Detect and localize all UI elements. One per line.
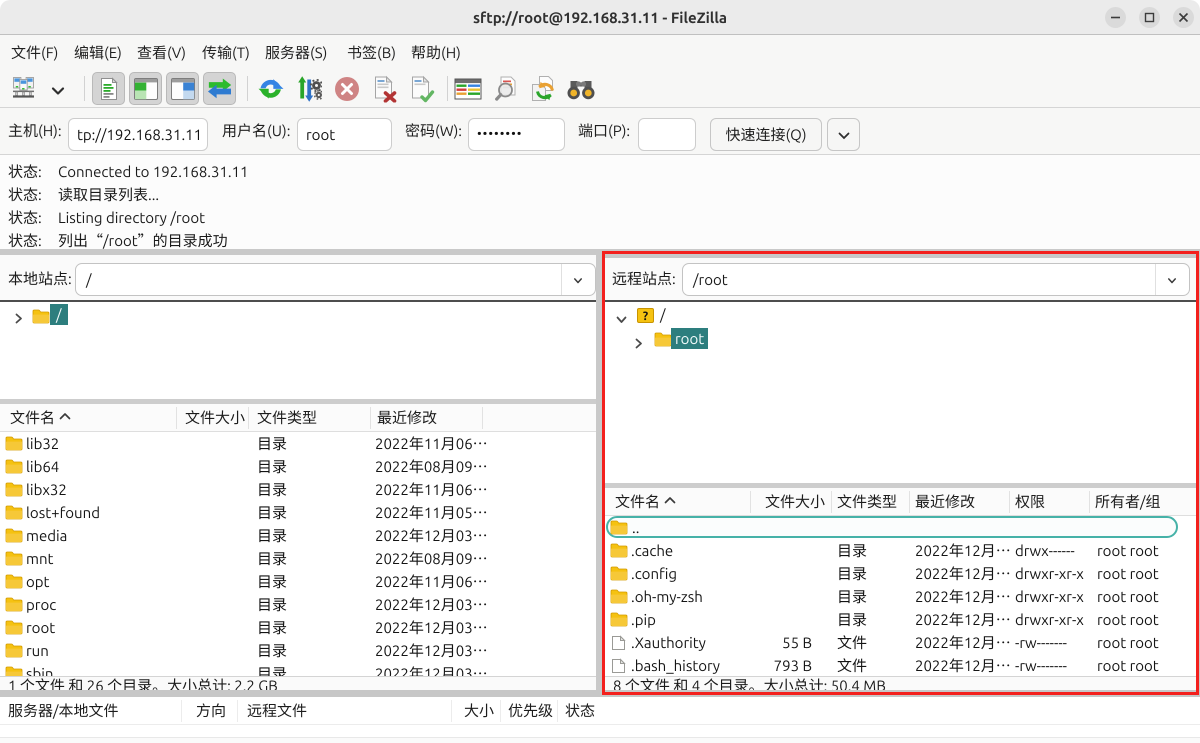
- svg-text:?: ?: [643, 310, 648, 323]
